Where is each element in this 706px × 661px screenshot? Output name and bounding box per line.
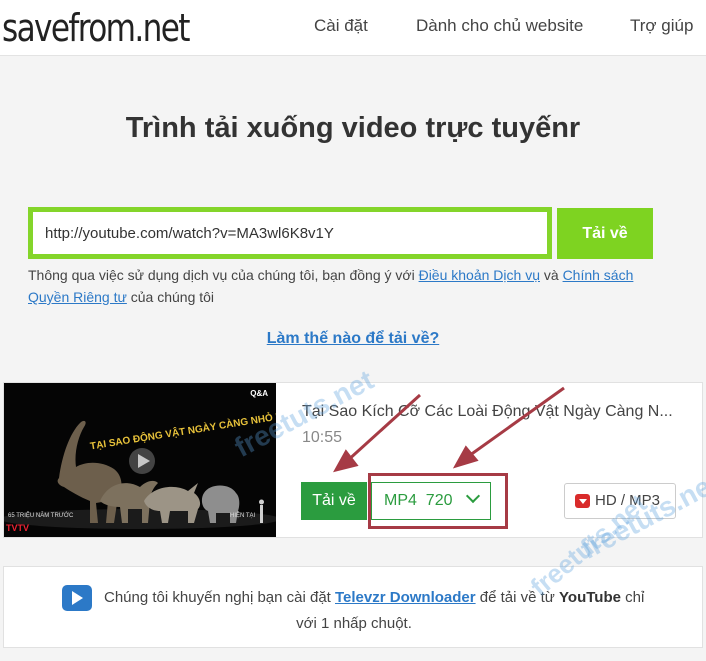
result-download-button[interactable]: Tải về	[301, 482, 367, 520]
hd-mp3-label: HD / MP3	[595, 492, 661, 509]
recommendation-box: Chúng tôi khuyến nghị bạn cài đặt Televz…	[3, 566, 703, 648]
nav-settings[interactable]: Cài đặt	[314, 16, 368, 36]
video-thumbnail[interactable]: TẠI SAO ĐỘNG VẬT NGÀY CÀNG NHỎ HƠN Q&A 6…	[4, 383, 276, 537]
thumbnail-channel-logo: TVTV	[6, 523, 30, 533]
televzr-icon	[62, 585, 92, 611]
url-input[interactable]	[45, 212, 541, 254]
video-duration: 10:55	[302, 429, 343, 446]
nav-help[interactable]: Trợ giúp	[630, 16, 693, 36]
result-card: TẠI SAO ĐỘNG VẬT NGÀY CÀNG NHỎ HƠN Q&A 6…	[3, 382, 703, 538]
site-header: savefrom.net Cài đặt Dành cho chủ websit…	[0, 0, 706, 56]
download-button[interactable]: Tải về	[557, 208, 653, 259]
terms-prefix: Thông qua việc sử dụng dịch vụ của chúng…	[28, 267, 419, 283]
rec-prefix: Chúng tôi khuyến nghị bạn cài đặt	[104, 589, 335, 606]
nav-for-webmasters[interactable]: Dành cho chủ website	[416, 16, 583, 36]
hd-mp3-button[interactable]: HD / MP3	[564, 483, 676, 519]
terms-suffix: của chúng tôi	[126, 289, 215, 305]
rec-middle: để tải về từ	[475, 589, 560, 606]
thumbnail-right-note: HIỆN TẠI	[230, 513, 256, 519]
terms-middle: và	[539, 267, 563, 283]
thumbnail-qa-label: Q&A	[250, 389, 268, 398]
rec-youtube: YouTube	[559, 589, 621, 606]
how-to-download: Làm thế nào để tải về?	[0, 330, 706, 348]
televzr-link[interactable]: Televzr Downloader	[335, 589, 476, 606]
video-title: Tại Sao Kích Cỡ Các Loài Động Vật Ngày C…	[302, 403, 673, 420]
terms-text: Thông qua việc sử dụng dịch vụ của chúng…	[28, 264, 668, 308]
site-logo[interactable]: savefrom.net	[2, 6, 190, 50]
url-input-box	[28, 207, 552, 259]
recommendation-line-1: Chúng tôi khuyến nghị bạn cài đặt Televz…	[104, 589, 644, 606]
page-title: Trình tải xuống video trực tuyếnr	[125, 112, 581, 144]
recommendation-line-2: với 1 nhấp chuột.	[296, 615, 412, 632]
annotation-highlight-box	[368, 473, 508, 529]
how-to-download-link[interactable]: Làm thế nào để tải về?	[267, 330, 439, 347]
rec-suffix: chỉ	[620, 589, 645, 606]
download-arrow-icon	[575, 494, 590, 508]
thumbnail-left-note: 65 TRIỆU NĂM TRƯỚC	[8, 513, 74, 519]
terms-of-service-link[interactable]: Điều khoản Dịch vụ	[419, 267, 540, 283]
